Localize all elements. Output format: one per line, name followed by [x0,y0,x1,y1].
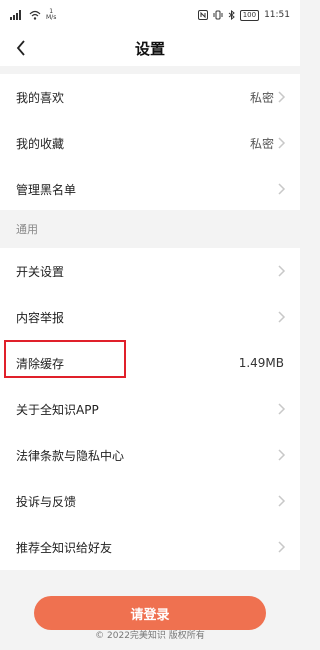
status-right: 100 11:51 [197,9,290,21]
settings-item-label: 关于全知识APP [16,402,99,417]
settings-item-label: 法律条款与隐私中心 [16,448,125,463]
settings-item-feedback[interactable]: 投诉与反馈 [0,478,300,524]
chevron-right-icon [278,495,286,507]
signal-icon [10,10,21,20]
settings-item-share[interactable]: 推荐全知识给好友 [0,524,300,570]
settings-item-switches[interactable]: 开关设置 [0,248,300,294]
page-title: 设置 [134,39,165,58]
settings-item-label: 推荐全知识给好友 [16,540,113,555]
settings-item-label: 清除缓存 [16,356,65,371]
back-button[interactable] [10,36,32,60]
status-left: 1 M/s [10,9,56,21]
settings-item-likes[interactable]: 我的喜欢 私密 [0,74,300,120]
chevron-right-icon [278,311,286,323]
settings-item-value: 私密 [249,90,274,105]
cache-size: 1.49MB [238,356,284,370]
clock: 11:51 [264,10,290,20]
chevron-right-icon [278,91,286,103]
network-speed: 1 M/s [46,9,56,21]
battery-icon: 100 [239,9,260,21]
settings-item-label: 我的收藏 [16,136,65,151]
settings-item-favorites[interactable]: 我的收藏 私密 [0,120,300,166]
settings-item-clear-cache[interactable]: 清除缓存 1.49MB [0,340,300,386]
settings-item-label: 投诉与反馈 [16,494,77,509]
settings-item-label: 内容举报 [16,310,65,325]
settings-item-value: 私密 [249,136,274,151]
chevron-right-icon [278,541,286,553]
chevron-right-icon [278,183,286,195]
chevron-right-icon [278,403,286,415]
section-header-general: 通用 [0,210,300,248]
wifi-icon [29,10,41,20]
settings-item-label: 我的喜欢 [16,90,65,105]
vibrate-icon [213,10,223,20]
nfc-icon [197,10,208,20]
chevron-right-icon [278,265,286,277]
settings-item-about[interactable]: 关于全知识APP [0,386,300,432]
login-button[interactable]: 请登录 [34,596,266,630]
status-bar: 1 M/s 100 11:51 [0,0,300,30]
bluetooth-icon [228,10,235,20]
settings-item-label: 开关设置 [16,264,65,279]
navigation-bar: 设置 [0,30,300,66]
settings-item-label: 管理黑名单 [16,182,77,197]
chevron-right-icon [278,137,286,149]
copyright-text: © 2022完美知识 版权所有 [95,631,205,641]
settings-item-blacklist[interactable]: 管理黑名单 [0,166,300,212]
settings-item-report[interactable]: 内容举报 [0,294,300,340]
chevron-left-icon [16,40,25,56]
settings-item-legal[interactable]: 法律条款与隐私中心 [0,432,300,478]
chevron-right-icon [278,449,286,461]
network-speed-unit: M/s [46,14,57,21]
